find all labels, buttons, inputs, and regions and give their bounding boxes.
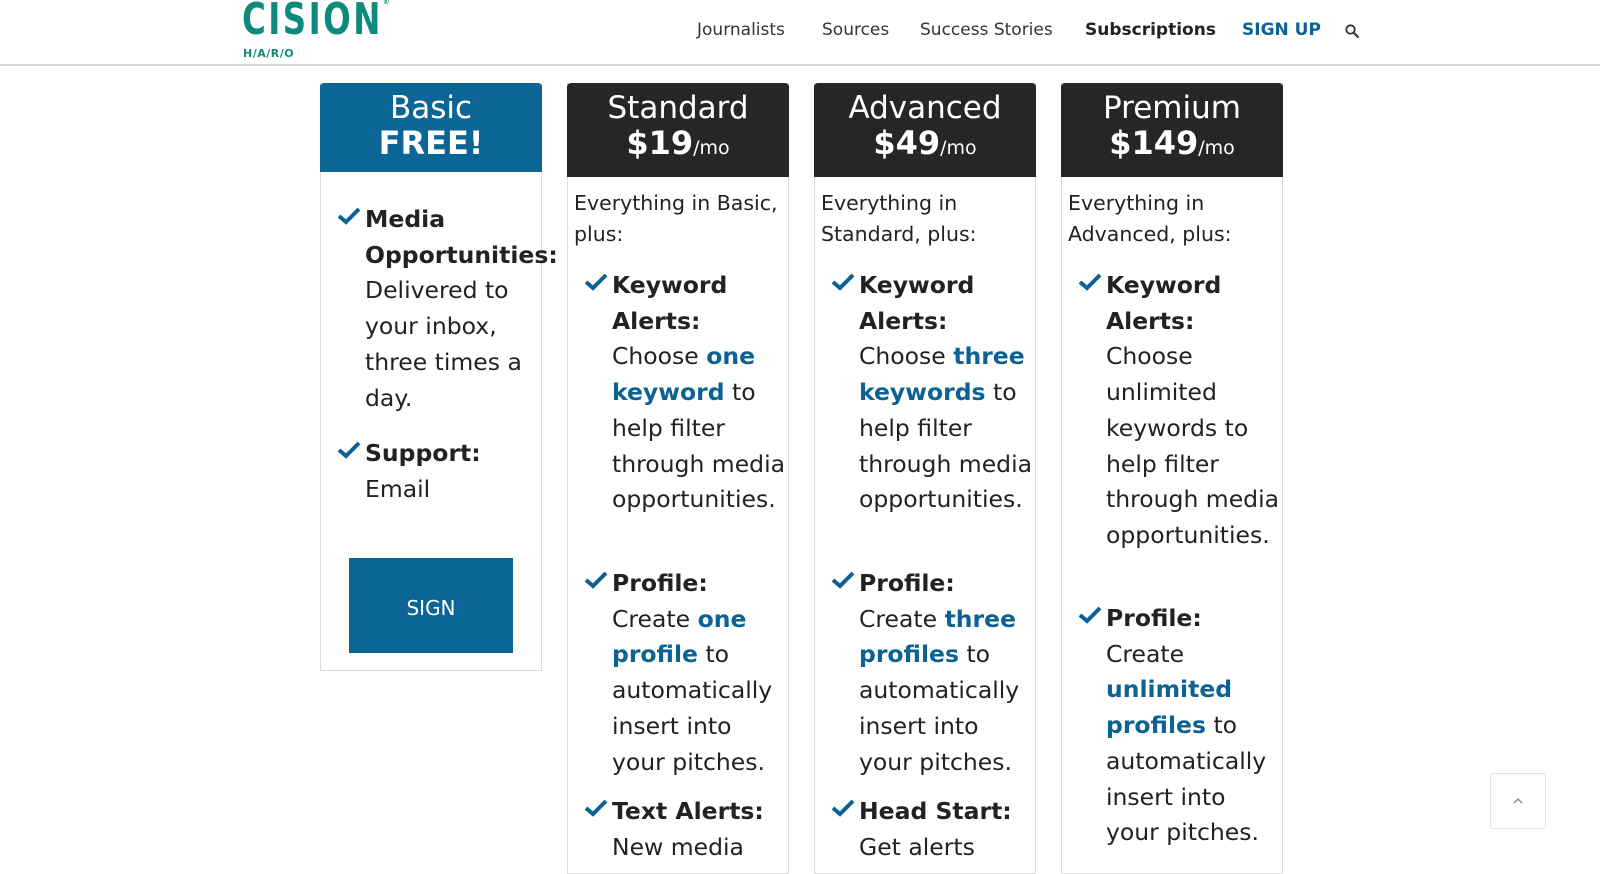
feature-keyword-alerts: Keyword Alerts: Choose one keyword to he… (584, 268, 790, 518)
feature-support: Support: Email (337, 436, 543, 507)
nav-subscriptions[interactable]: Subscriptions (1085, 20, 1216, 40)
check-icon (831, 273, 855, 291)
plan-header-standard: Standard $19/mo (567, 83, 789, 177)
feature-profile: Profile: Create one profile to automatic… (584, 566, 790, 780)
feature-profile: Profile: Create three profiles to automa… (831, 566, 1037, 780)
plan-card-basic: Basic FREE! Media Opportunities: Deliver… (320, 83, 558, 696)
plan-price: $19/mo (626, 124, 730, 162)
site-header: CISION® H/A/R/O Journalists Sources Succ… (0, 0, 1600, 66)
plan-price: $49/mo (873, 124, 977, 162)
check-icon (337, 441, 361, 459)
search-icon[interactable] (1345, 24, 1359, 38)
feature-keyword-alerts: Keyword Alerts: Choose unlimited keyword… (1078, 268, 1284, 554)
check-icon (337, 207, 361, 225)
check-icon (584, 571, 608, 589)
basic-sign-up-button[interactable]: SIGN UP (349, 558, 513, 696)
feature-profile: Profile: Create unlimited profiles to au… (1078, 601, 1284, 851)
plan-name: Premium (1103, 90, 1241, 126)
nav-journalists[interactable]: Journalists (697, 20, 785, 40)
scroll-to-top-button[interactable] (1490, 773, 1546, 829)
check-icon (584, 273, 608, 291)
chevron-up-icon (1513, 798, 1523, 804)
plan-price: $149/mo (1109, 124, 1235, 162)
feature-media-opportunities: Media Opportunities: Delivered to your i… (337, 202, 558, 416)
plan-header-advanced: Advanced $49/mo (814, 83, 1036, 177)
nav-success-stories[interactable]: Success Stories (920, 20, 1053, 40)
feature-keyword-alerts: Keyword Alerts: Choose three keywords to… (831, 268, 1037, 518)
check-icon (1078, 273, 1102, 291)
plan-card-premium: Premium $149/mo Everything in Advanced, … (1061, 83, 1283, 874)
plan-intro: Everything in Standard, plus: (821, 191, 977, 246)
logo-wordmark: CISION® (242, 0, 390, 45)
plan-intro: Everything in Basic, plus: (574, 191, 778, 246)
feature-head-start: Head Start: Get alerts (831, 794, 1037, 865)
check-icon (831, 799, 855, 817)
plan-header-basic: Basic FREE! (320, 83, 542, 172)
plan-name: Standard (607, 90, 749, 126)
plan-price: FREE! (378, 124, 484, 162)
check-icon (1078, 606, 1102, 624)
cision-haro-logo[interactable]: CISION® H/A/R/O (242, 0, 392, 64)
check-icon (584, 799, 608, 817)
plan-card-standard: Standard $19/mo Everything in Basic, plu… (567, 83, 789, 874)
plan-intro: Everything in Advanced, plus: (1068, 191, 1232, 246)
check-icon (831, 571, 855, 589)
nav-sources[interactable]: Sources (822, 20, 889, 40)
nav-sign-up[interactable]: SIGN UP (1242, 20, 1321, 40)
plan-header-premium: Premium $149/mo (1061, 83, 1283, 177)
feature-text-alerts: Text Alerts: New media (584, 794, 790, 865)
plan-name: Advanced (848, 90, 1002, 126)
plan-card-advanced: Advanced $49/mo Everything in Standard, … (814, 83, 1036, 874)
plan-name: Basic (389, 90, 473, 126)
logo-subtitle: H/A/R/O (243, 47, 295, 60)
